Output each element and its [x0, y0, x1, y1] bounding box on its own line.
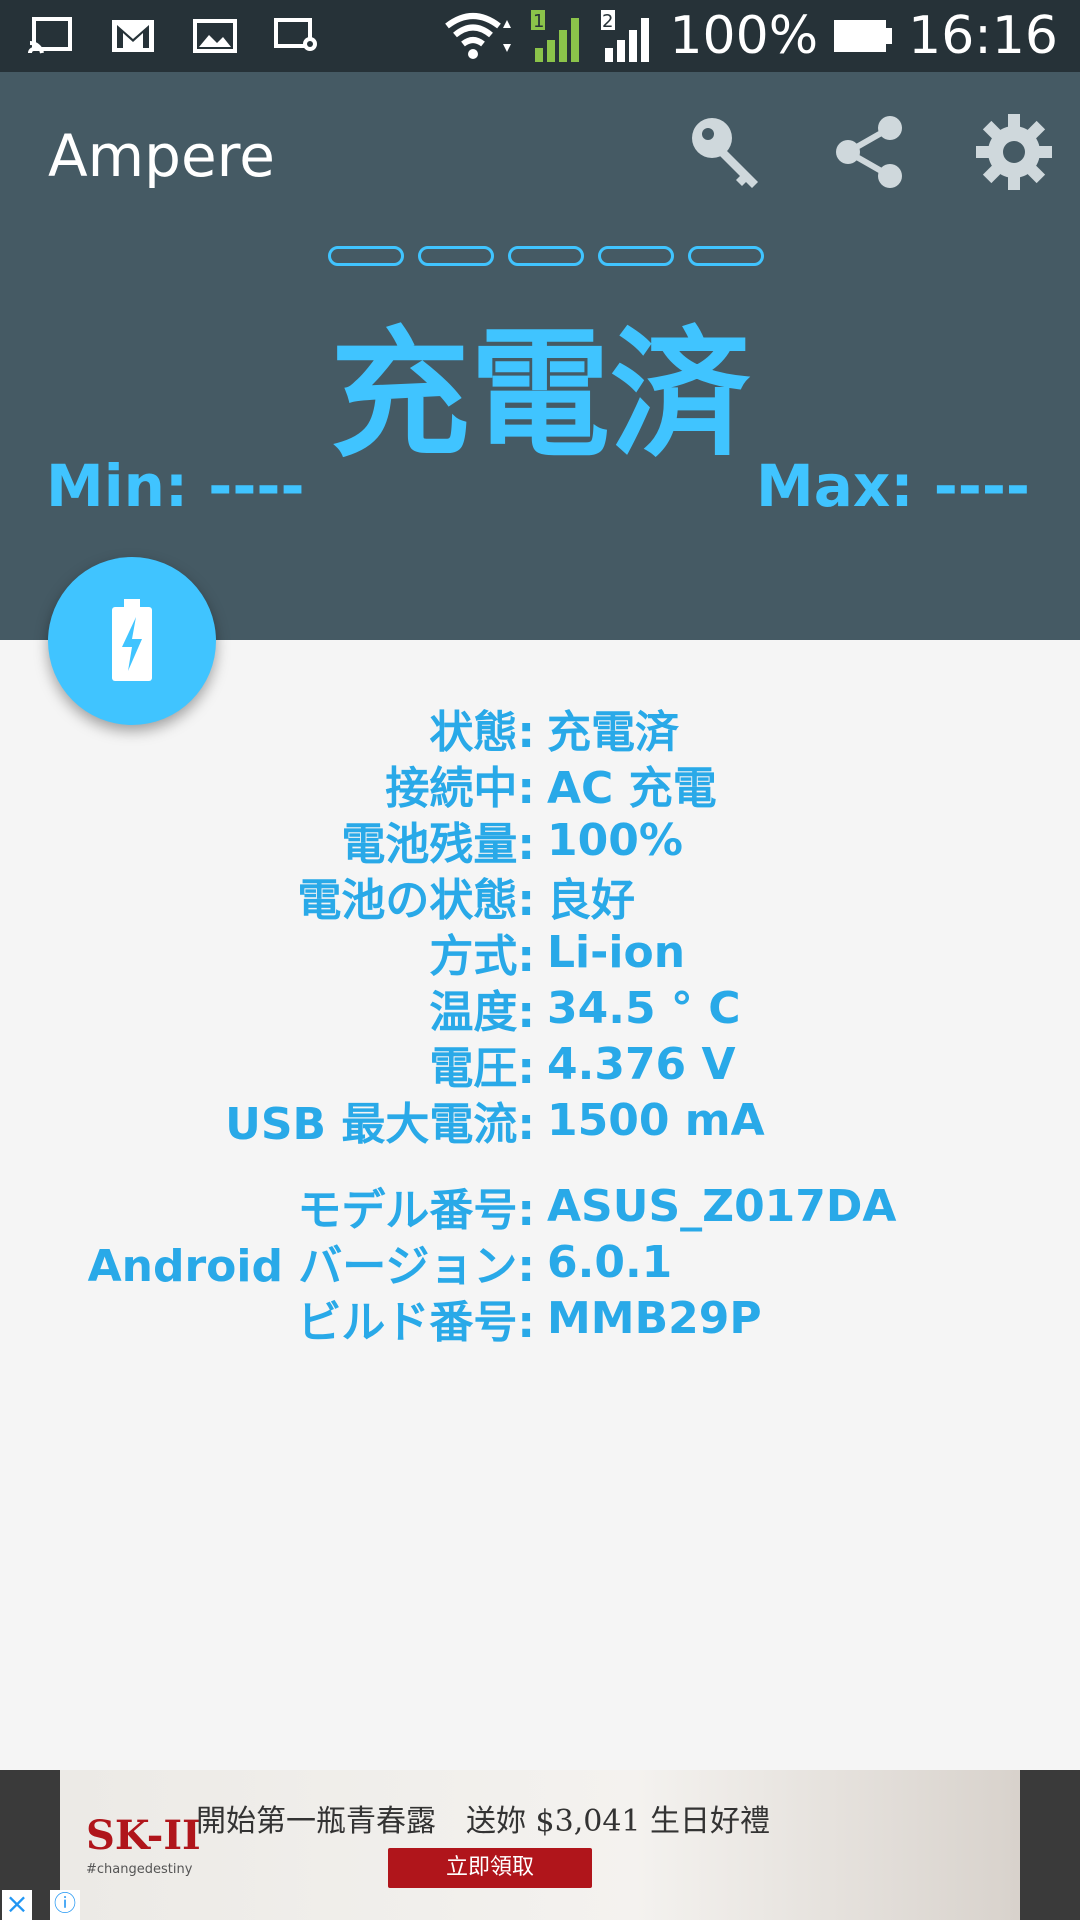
ad-brand-logo: SK-II	[86, 1812, 201, 1859]
gallery-icon	[192, 16, 238, 56]
info-value: 4.376 V	[547, 1038, 736, 1090]
ad-close-icon[interactable]: ×	[2, 1890, 32, 1920]
ad-cta-button[interactable]: 立即領取	[388, 1848, 592, 1888]
signal-sim1-icon: 1	[529, 10, 585, 62]
svg-text:2: 2	[602, 11, 613, 32]
status-bar: 1 2 100% 16:16	[0, 0, 1080, 72]
battery-info-list: 状態: 充電済 接続中: AC 充電 電池残量: 100% 電池の状態: 良好 方式: L…	[0, 700, 1080, 1349]
info-label: 電池残量:	[341, 819, 535, 870]
device-row: Android バージョン: 6.0.1	[0, 1234, 1080, 1293]
info-label: 電圧:	[429, 1043, 535, 1094]
device-value: ASUS_Z017DA	[547, 1180, 897, 1232]
app-title: Ampere	[48, 122, 275, 190]
key-icon	[692, 118, 758, 188]
device-label: モデル番号:	[297, 1185, 535, 1236]
screen-settings-icon	[274, 16, 320, 56]
dash-segment	[508, 246, 584, 266]
key-button[interactable]	[686, 112, 766, 192]
info-row: 温度: 34.5 ° C	[0, 980, 1080, 1039]
info-row: USB 最大電流: 1500 mA	[0, 1092, 1080, 1151]
dash-segment	[688, 246, 764, 266]
device-row: ビルド番号: MMB29P	[0, 1290, 1080, 1349]
dash-segment	[328, 246, 404, 266]
battery-charging-icon	[112, 599, 152, 681]
info-value: AC 充電	[547, 763, 717, 814]
info-label: 状態:	[429, 707, 535, 758]
toolbar-actions	[686, 112, 1054, 192]
dash-segment	[418, 246, 494, 266]
current-placeholder-dashes	[328, 246, 764, 266]
svg-text:1: 1	[533, 11, 544, 32]
info-value: 1500 mA	[547, 1094, 765, 1146]
info-row: 接続中: AC 充電	[0, 756, 1080, 814]
signal-sim2-icon: 2	[599, 10, 655, 62]
info-label: 接続中:	[385, 763, 535, 814]
info-row: 状態: 充電済	[0, 700, 1080, 758]
max-current: Max: ----	[756, 452, 1030, 520]
info-label: 温度:	[429, 987, 535, 1038]
device-label: Android バージョン:	[87, 1241, 535, 1292]
gmail-icon	[110, 16, 156, 56]
battery-icon	[832, 16, 894, 56]
dash-segment	[598, 246, 674, 266]
info-value: Li-ion	[547, 926, 686, 978]
settings-button[interactable]	[974, 112, 1054, 192]
device-value: 6.0.1	[547, 1236, 673, 1288]
info-row: 電圧: 4.376 V	[0, 1036, 1080, 1095]
info-value: 34.5 ° C	[547, 982, 741, 1034]
wifi-icon	[445, 13, 515, 59]
device-value: MMB29P	[547, 1292, 762, 1344]
info-row: 方式: Li-ion	[0, 924, 1080, 983]
device-label: ビルド番号:	[297, 1297, 535, 1348]
battery-percent: 100%	[669, 6, 819, 66]
info-label: 方式:	[429, 931, 535, 982]
info-label: 電池の状態:	[297, 875, 535, 926]
info-label: USB 最大電流:	[225, 1099, 535, 1150]
ad-info-icon[interactable]: ⓘ	[50, 1890, 80, 1920]
info-value: 良好	[547, 875, 635, 926]
ad-tagline: #changedestiny	[86, 1862, 193, 1877]
ad-content[interactable]: SK-II #changedestiny 開始第一瓶青春露 送妳 $3,041 …	[60, 1770, 1020, 1920]
share-button[interactable]	[830, 112, 910, 192]
info-row: 電池残量: 100%	[0, 812, 1080, 871]
info-row: 電池の状態: 良好	[0, 868, 1080, 926]
clock: 16:16	[908, 6, 1058, 66]
ad-headline: 開始第一瓶青春露 送妳 $3,041 生日好禮	[196, 1804, 771, 1839]
info-value: 充電済	[547, 707, 679, 758]
min-current: Min: ----	[46, 452, 305, 520]
share-icon	[836, 116, 902, 188]
info-value: 100%	[547, 814, 683, 866]
device-row: モデル番号: ASUS_Z017DA	[0, 1178, 1080, 1237]
cast-icon	[28, 16, 74, 56]
settings-icon	[976, 114, 1052, 190]
app-header: Ampere 充電済 Min: ---- Max: ----	[0, 72, 1080, 640]
ad-banner[interactable]: SK-II #changedestiny 開始第一瓶青春露 送妳 $3,041 …	[0, 1770, 1080, 1920]
